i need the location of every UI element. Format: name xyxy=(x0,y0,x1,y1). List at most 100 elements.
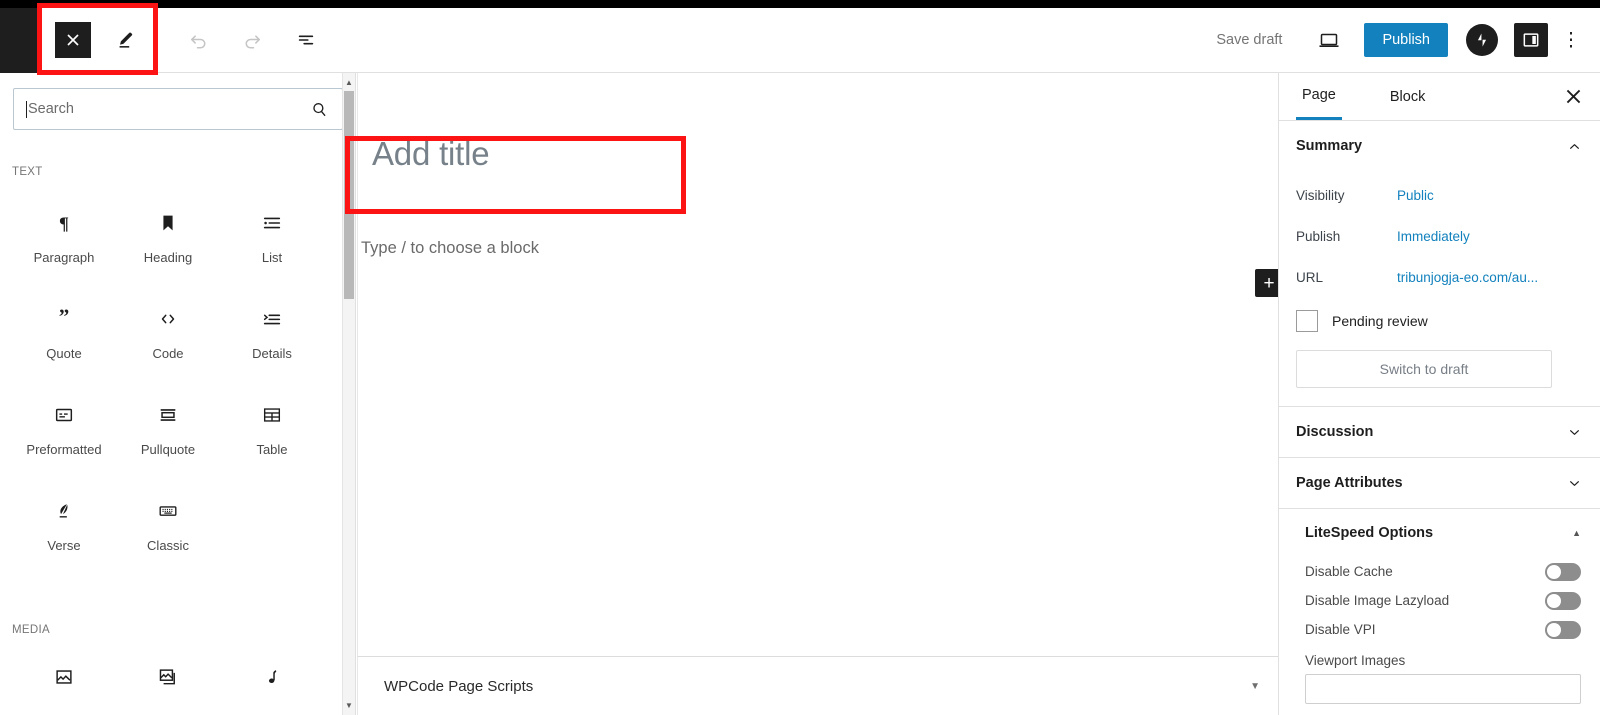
chevron-down-icon[interactable] xyxy=(1566,424,1583,441)
block-grid-text: ¶ Paragraph Heading List ” Quote Code De… xyxy=(12,196,355,580)
gallery-stack-icon xyxy=(157,664,179,690)
text-caret xyxy=(26,100,27,118)
toggle-knob xyxy=(1547,622,1561,637)
disable-image-lazyload-toggle[interactable] xyxy=(1545,591,1581,610)
discussion-title: Discussion xyxy=(1296,424,1374,440)
block-item-heading[interactable]: Heading xyxy=(116,196,220,292)
disable-cache-label: Disable Cache xyxy=(1305,564,1393,579)
table-grid-icon xyxy=(261,402,283,428)
block-item-pullquote[interactable]: Pullquote xyxy=(116,388,220,484)
pending-review-row: Pending review xyxy=(1296,310,1583,332)
preview-desktop-icon[interactable] xyxy=(1310,21,1348,59)
close-x-icon[interactable] xyxy=(55,22,91,58)
editor-header-toolbar: Save draft Publish ⋮ xyxy=(0,7,1600,73)
chevron-down-icon[interactable]: ▼ xyxy=(1250,681,1260,692)
publish-button[interactable]: Publish xyxy=(1364,23,1448,57)
url-value[interactable]: tribunjogja-eo.com/au... xyxy=(1397,270,1538,285)
redo-arrow-icon[interactable] xyxy=(231,19,273,61)
post-content-area: Add title Type / to choose a block + xyxy=(357,73,1278,656)
litespeed-title: LiteSpeed Options xyxy=(1305,525,1434,541)
block-inserter-panel: Search TEXT ¶ Paragraph Heading List ” Q… xyxy=(0,73,356,715)
document-overview-icon[interactable] xyxy=(285,19,327,61)
block-item-details[interactable]: Details xyxy=(220,292,324,388)
wordpress-block-editor: Save draft Publish ⋮ Search TEXT ¶ Parag… xyxy=(0,0,1600,715)
switch-to-draft-button[interactable]: Switch to draft xyxy=(1296,350,1552,388)
close-sidebar-icon[interactable] xyxy=(1559,83,1587,111)
block-label: Heading xyxy=(143,250,193,265)
chevron-down-icon[interactable] xyxy=(1566,475,1583,492)
plus-add-block-icon[interactable]: + xyxy=(1255,269,1278,297)
block-item-gallery[interactable] xyxy=(116,650,220,715)
block-item-preformatted[interactable]: Preformatted xyxy=(12,388,116,484)
summary-body: Visibility Public Publish Immediately UR… xyxy=(1279,171,1600,406)
paragraph-pilcrow-icon: ¶ xyxy=(53,210,75,236)
visibility-value[interactable]: Public xyxy=(1397,188,1434,203)
undo-arrow-icon[interactable] xyxy=(177,19,219,61)
wpcode-page-scripts-metabox[interactable]: WPCode Page Scripts ▼ xyxy=(357,656,1278,715)
bulleted-list-icon xyxy=(261,210,283,236)
page-attributes-section-header[interactable]: Page Attributes xyxy=(1279,458,1600,508)
summary-row-url: URL tribunjogja-eo.com/au... xyxy=(1296,257,1583,298)
jetpack-logo-icon[interactable] xyxy=(1466,24,1498,56)
pencil-edit-icon[interactable] xyxy=(105,19,147,61)
discussion-section: Discussion xyxy=(1279,407,1600,458)
sidebar-toggle-icon[interactable] xyxy=(1514,23,1548,57)
svg-text:”: ” xyxy=(59,308,70,329)
tab-page[interactable]: Page xyxy=(1296,73,1342,120)
summary-row-visibility: Visibility Public xyxy=(1296,175,1583,216)
summary-title: Summary xyxy=(1296,138,1363,154)
chevron-up-icon[interactable] xyxy=(1566,138,1583,155)
litespeed-header[interactable]: LiteSpeed Options ▲ xyxy=(1279,509,1600,557)
kebab-menu-icon[interactable]: ⋮ xyxy=(1556,23,1586,57)
caret-up-icon[interactable]: ▲ xyxy=(1572,528,1581,538)
block-label: Details xyxy=(252,346,292,361)
tab-block[interactable]: Block xyxy=(1384,73,1431,120)
search-icon xyxy=(308,98,330,120)
category-label-media: MEDIA xyxy=(12,624,50,636)
litespeed-row-disable-cache: Disable Cache xyxy=(1279,557,1600,586)
image-picture-icon xyxy=(53,664,75,690)
block-item-paragraph[interactable]: ¶ Paragraph xyxy=(12,196,116,292)
block-label: Quote xyxy=(46,346,82,361)
scroll-down-arrow-icon[interactable]: ▼ xyxy=(343,698,355,713)
block-item-table[interactable]: Table xyxy=(220,388,324,484)
block-item-verse[interactable]: Verse xyxy=(12,484,116,580)
block-item-code[interactable]: Code xyxy=(116,292,220,388)
code-angle-brackets-icon xyxy=(157,306,179,332)
block-item-audio[interactable] xyxy=(220,650,324,715)
admin-menu-rail xyxy=(0,7,37,73)
search-input[interactable]: Search xyxy=(13,88,343,130)
block-label: Paragraph xyxy=(33,250,95,265)
post-title-field[interactable]: Add title xyxy=(372,135,1242,173)
block-label: Classic xyxy=(147,538,189,553)
publish-label: Publish xyxy=(1296,229,1341,244)
header-right-group: Save draft Publish ⋮ xyxy=(1206,8,1600,73)
page-attributes-section: Page Attributes xyxy=(1279,458,1600,509)
scrollbar-thumb[interactable] xyxy=(344,91,354,299)
pending-review-checkbox[interactable] xyxy=(1296,310,1318,332)
litespeed-row-disable-image-lazyload: Disable Image Lazyload xyxy=(1279,586,1600,615)
disable-image-lazyload-label: Disable Image Lazyload xyxy=(1305,593,1450,608)
block-item-quote[interactable]: ” Quote xyxy=(12,292,116,388)
inserter-scrollbar[interactable]: ▲ ▼ xyxy=(342,73,355,715)
disable-cache-toggle[interactable] xyxy=(1545,562,1581,581)
block-item-image[interactable] xyxy=(12,650,116,715)
viewport-images-input[interactable] xyxy=(1305,674,1581,704)
publish-value[interactable]: Immediately xyxy=(1397,229,1470,244)
discussion-section-header[interactable]: Discussion xyxy=(1279,407,1600,457)
summary-section-header[interactable]: Summary xyxy=(1279,121,1600,171)
verse-quill-icon xyxy=(53,498,75,524)
default-block-appender[interactable]: Type / to choose a block xyxy=(361,239,1278,258)
block-label: Preformatted xyxy=(26,442,102,457)
disable-vpi-toggle[interactable] xyxy=(1545,620,1581,639)
audio-note-icon xyxy=(261,664,283,690)
disable-vpi-label: Disable VPI xyxy=(1305,622,1376,637)
settings-sidebar: Page Block Summary Visibility Public Pub… xyxy=(1278,73,1600,715)
block-item-classic[interactable]: Classic xyxy=(116,484,220,580)
summary-section: Summary Visibility Public Publish Immedi… xyxy=(1279,121,1600,407)
scroll-up-arrow-icon[interactable]: ▲ xyxy=(343,75,355,90)
litespeed-options-panel: LiteSpeed Options ▲ Disable Cache Disabl… xyxy=(1279,509,1600,704)
block-item-list[interactable]: List xyxy=(220,196,324,292)
save-draft-button[interactable]: Save draft xyxy=(1206,26,1292,54)
toggle-knob xyxy=(1547,593,1561,608)
